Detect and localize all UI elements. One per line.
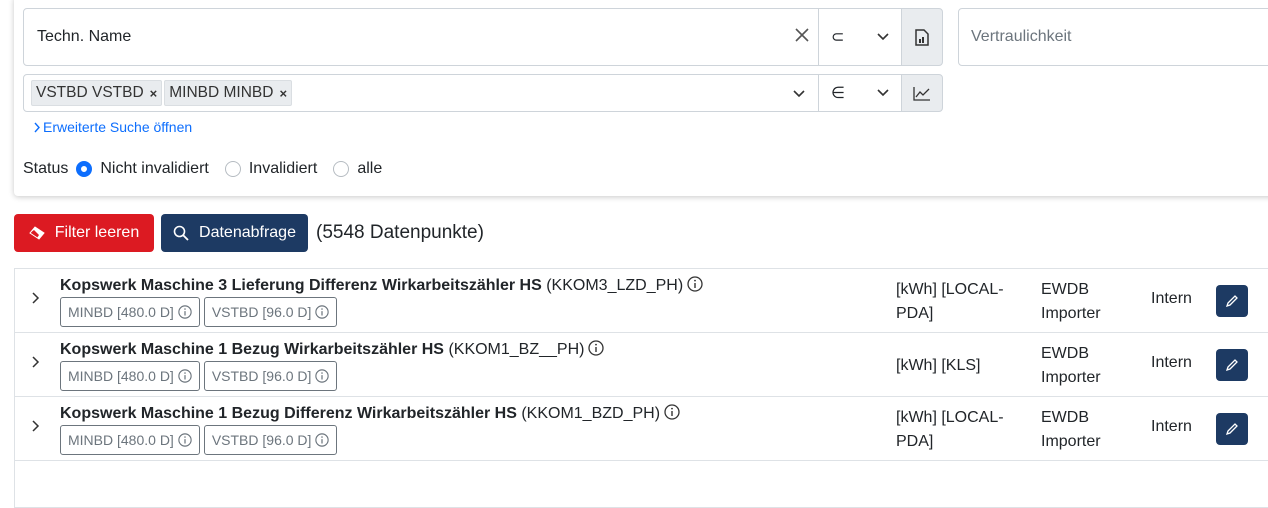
chip-vstbd: VSTBD VSTBD ×: [31, 80, 163, 106]
status-group: Status Nicht invalidiert Invalidiert all…: [23, 160, 382, 178]
chevron-down-icon: [877, 89, 889, 97]
tag-minbd: MINBD [480.0 D]: [60, 425, 200, 455]
tag-minbd: MINBD [480.0 D]: [60, 361, 200, 391]
edit-button[interactable]: [1216, 285, 1248, 317]
info-icon[interactable]: [178, 369, 192, 383]
radio-invalidiert[interactable]: Invalidiert: [224, 160, 317, 178]
results-table: Kopswerk Maschine 3 Lieferung Differenz …: [14, 268, 1268, 508]
operator-select-1[interactable]: ⊂: [818, 8, 902, 66]
info-icon[interactable]: [588, 340, 605, 356]
pencil-icon: [1225, 359, 1238, 372]
edit-button[interactable]: [1216, 349, 1248, 381]
row-tags: MINBD [480.0 D] VSTBD [96.0 D]: [60, 297, 338, 327]
techn-name-field[interactable]: Techn. Name: [23, 8, 819, 66]
vertraulichkeit-placeholder: Vertraulichkeit: [971, 28, 1072, 45]
table-row: Kopswerk Maschine 3 Lieferung Differenz …: [15, 269, 1268, 333]
eraser-icon: [29, 226, 45, 240]
chevron-down-icon[interactable]: [793, 90, 805, 98]
chevron-right-icon[interactable]: [31, 419, 40, 433]
data-query-button[interactable]: Datenabfrage: [161, 214, 308, 252]
row-source: EWDB Importer: [1041, 409, 1101, 450]
radio-alle[interactable]: alle: [333, 160, 382, 178]
row-confidentiality: Intern: [1151, 354, 1192, 371]
techn-name-placeholder: Techn. Name: [37, 28, 132, 45]
tag-vstbd: VSTBD [96.0 D]: [203, 297, 338, 327]
tag-vstbd: VSTBD [96.0 D]: [203, 425, 338, 455]
chevron-right-icon[interactable]: [31, 355, 40, 369]
chip-remove-icon[interactable]: ×: [279, 86, 287, 101]
row-tags: MINBD [480.0 D] VSTBD [96.0 D]: [60, 361, 338, 391]
row-unit: [kWh] [LOCAL- PDA]: [896, 281, 1004, 322]
datapoint-type-select[interactable]: VSTBD VSTBD × MINBD MINBD ×: [23, 74, 819, 112]
row-confidentiality: Intern: [1151, 418, 1192, 435]
line-chart-icon: [913, 86, 930, 101]
info-icon[interactable]: [664, 404, 680, 420]
row-source: EWDB Importer: [1041, 281, 1101, 322]
row-title: Kopswerk Maschine 1 Bezug Wirkarbeitszäh…: [60, 340, 605, 359]
status-label: Status: [23, 160, 69, 177]
vertraulichkeit-field[interactable]: Vertraulichkeit: [958, 8, 1268, 66]
operator-value-1: ⊂: [831, 29, 845, 46]
radio-dot[interactable]: [224, 161, 241, 177]
info-icon[interactable]: [315, 305, 330, 319]
clear-icon[interactable]: [794, 27, 810, 48]
info-icon[interactable]: [687, 276, 703, 292]
clear-filter-button[interactable]: Filter leeren: [14, 214, 154, 252]
radio-dot[interactable]: [333, 161, 350, 177]
tag-vstbd: VSTBD [96.0 D]: [203, 361, 338, 391]
row-unit: [kWh] [LOCAL- PDA]: [896, 409, 1004, 450]
datapoint-count: (5548 Datenpunkte): [316, 222, 484, 243]
table-row: Kopswerk Maschine 1 Bezug Wirkarbeitszäh…: [15, 333, 1268, 397]
radio-nicht-invalidiert[interactable]: Nicht invalidiert: [76, 160, 209, 178]
operator-select-2[interactable]: ∈: [818, 74, 902, 112]
chart-button[interactable]: [901, 74, 943, 112]
info-icon[interactable]: [178, 433, 192, 447]
document-icon: [915, 28, 929, 46]
row-unit: [kWh] [KLS]: [896, 357, 981, 374]
chevron-right-icon: [34, 122, 40, 133]
info-icon[interactable]: [315, 369, 330, 383]
row-title: Kopswerk Maschine 3 Lieferung Differenz …: [60, 276, 703, 295]
search-icon: [173, 225, 189, 241]
row-tags: MINBD [480.0 D] VSTBD [96.0 D]: [60, 425, 338, 455]
document-button[interactable]: [901, 8, 943, 66]
chevron-right-icon[interactable]: [31, 291, 40, 305]
edit-button[interactable]: [1216, 413, 1248, 445]
row-title: Kopswerk Maschine 1 Bezug Differenz Wirk…: [60, 404, 680, 423]
row-source: EWDB Importer: [1041, 345, 1101, 386]
chip-minbd: MINBD MINBD ×: [164, 80, 293, 106]
info-icon[interactable]: [178, 305, 192, 319]
tag-minbd: MINBD [480.0 D]: [60, 297, 200, 327]
operator-value-2: ∈: [831, 85, 845, 102]
advanced-search-link[interactable]: Erweiterte Suche öffnen: [33, 119, 192, 135]
pencil-icon: [1225, 295, 1238, 308]
table-row: Kopswerk Maschine 1 Bezug Differenz Wirk…: [15, 397, 1268, 461]
chevron-down-icon: [877, 33, 889, 41]
pencil-icon: [1225, 423, 1238, 436]
info-icon[interactable]: [315, 433, 330, 447]
radio-dot-selected[interactable]: [76, 161, 93, 177]
chip-remove-icon[interactable]: ×: [150, 86, 158, 101]
row-confidentiality: Intern: [1151, 290, 1192, 307]
